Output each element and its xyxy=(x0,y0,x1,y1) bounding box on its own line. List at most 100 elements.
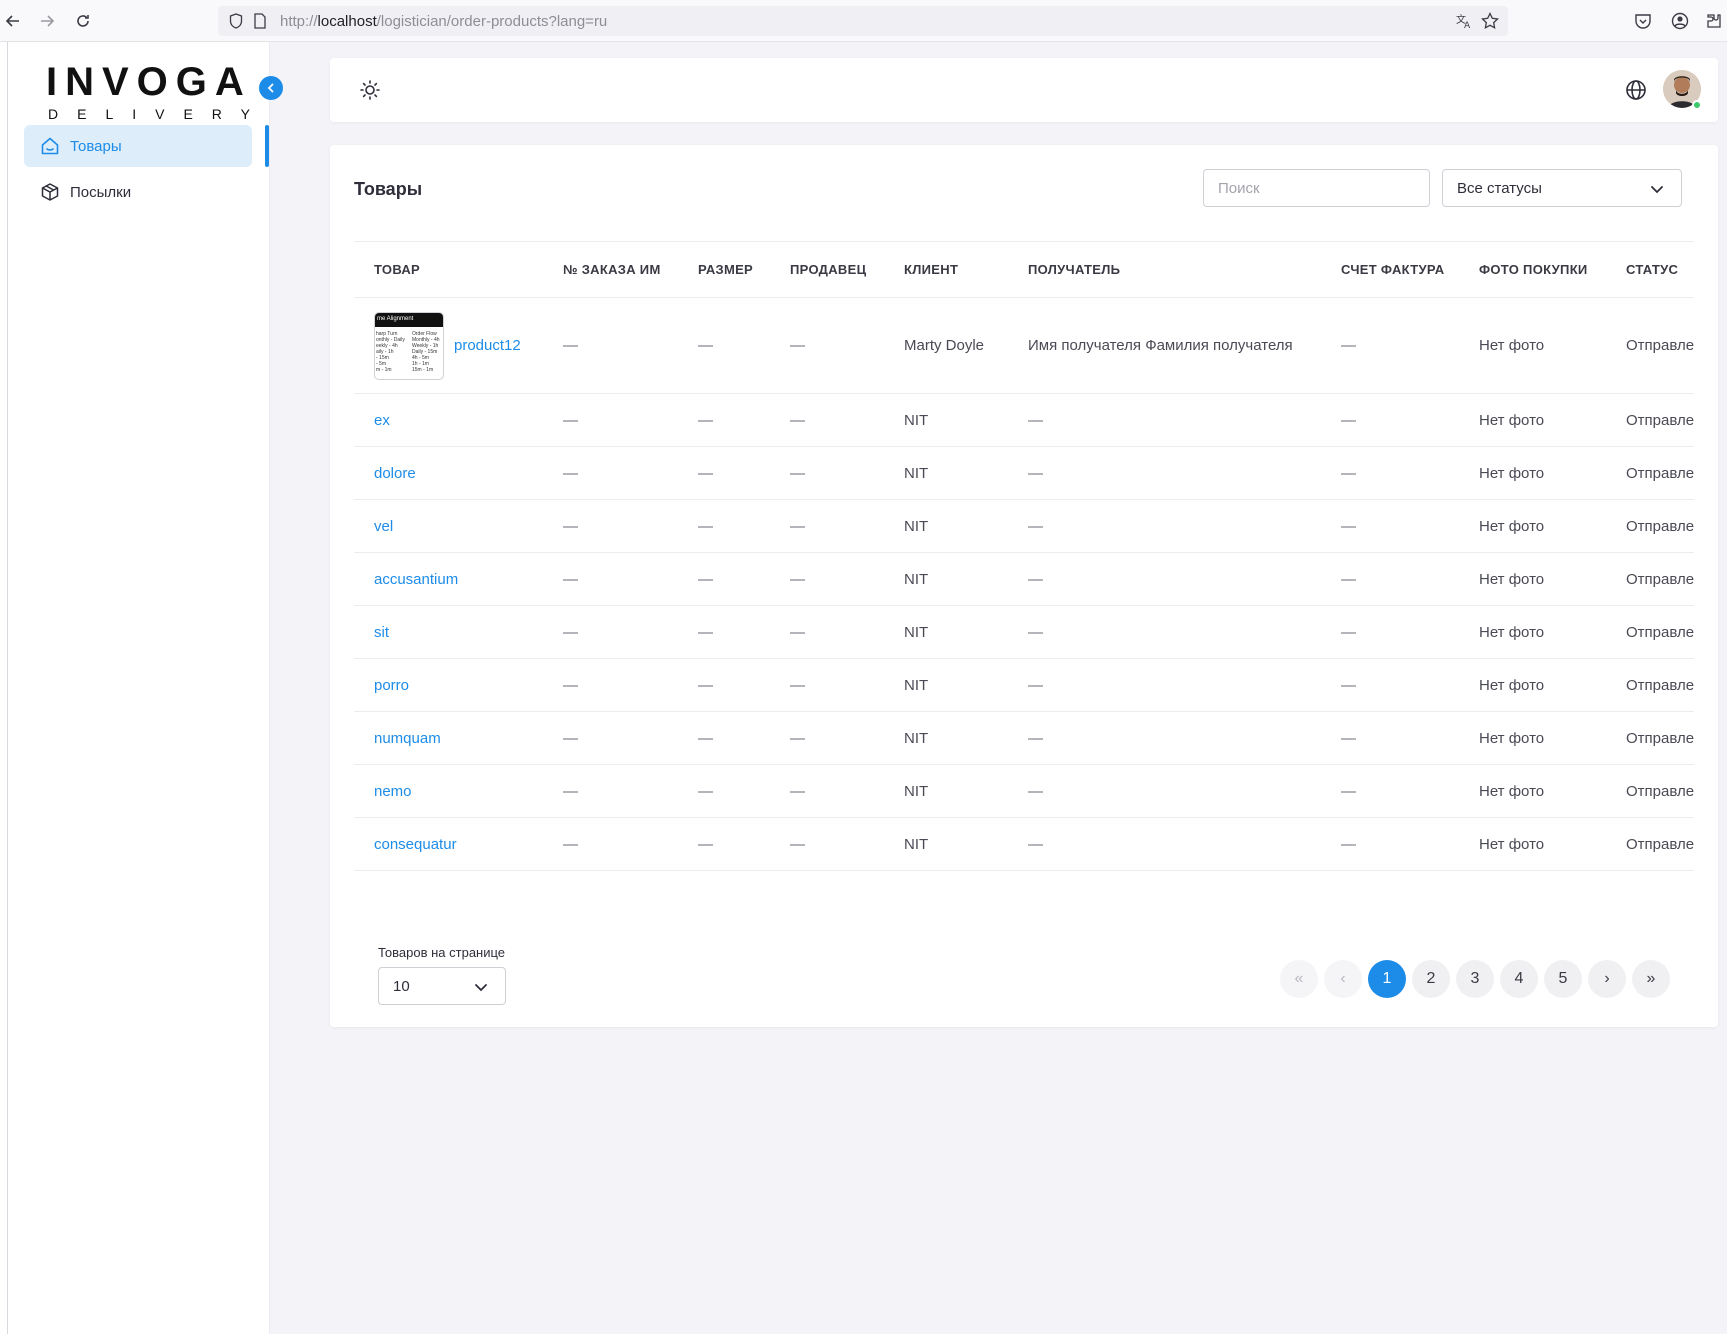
pocket-icon[interactable] xyxy=(1633,11,1653,31)
seller-cell: — xyxy=(770,764,884,818)
theme-toggle-sun-icon[interactable] xyxy=(358,78,382,102)
bookmark-star-icon[interactable] xyxy=(1480,11,1500,31)
table-row[interactable]: me Alignment harp Turn Order Flow onthly - … xyxy=(354,297,1694,394)
client-cell: NIT xyxy=(884,552,1008,606)
chevron-down-icon xyxy=(475,984,487,992)
url-text: http://localhost/logistician/order-produ… xyxy=(280,12,608,30)
status-cell: Отправлено xyxy=(1606,393,1694,447)
recipient-cell: — xyxy=(1008,499,1321,553)
products-card: Товары Все статусы ТОВАР № ЗАКАЗА ИМ РАЗ… xyxy=(330,145,1718,1027)
table-row[interactable]: numquam———NIT——Нет фотоОтправлено xyxy=(354,711,1694,765)
size-cell: — xyxy=(678,552,770,606)
pagination: « ‹ 1 2 3 4 5 › » xyxy=(1280,960,1670,998)
product-link[interactable]: sit xyxy=(374,624,389,641)
per-page-label: Товаров на странице xyxy=(378,945,506,960)
translate-icon[interactable]: 文A xyxy=(1454,11,1474,31)
search-input[interactable] xyxy=(1203,169,1430,207)
page-button-4[interactable]: 4 xyxy=(1500,960,1538,998)
page-title: Товары xyxy=(354,179,423,199)
table-row[interactable]: vel———NIT——Нет фотоОтправлено xyxy=(354,499,1694,553)
reload-icon[interactable] xyxy=(72,10,94,32)
column-header: № ЗАКАЗА ИМ xyxy=(543,241,678,298)
client-cell: NIT xyxy=(884,605,1008,659)
online-status-dot xyxy=(1692,100,1702,110)
client-cell: NIT xyxy=(884,499,1008,553)
column-header: ФОТО ПОКУПКИ xyxy=(1459,241,1606,298)
products-table: ТОВАР № ЗАКАЗА ИМ РАЗМЕР ПРОДАВЕЦ КЛИЕНТ… xyxy=(354,241,1694,871)
table-row[interactable]: dolore———NIT——Нет фотоОтправлено xyxy=(354,446,1694,500)
status-filter-select[interactable]: Все статусы xyxy=(1442,169,1682,207)
product-link[interactable]: nemo xyxy=(374,783,412,800)
per-page-select[interactable]: 10 xyxy=(378,967,506,1005)
photo-cell: Нет фото xyxy=(1459,658,1606,712)
sidebar-item-products[interactable]: Товары xyxy=(24,125,252,167)
invoice-cell: — xyxy=(1321,499,1459,553)
client-cell: NIT xyxy=(884,446,1008,500)
seller-cell: — xyxy=(770,658,884,712)
invoice-cell: — xyxy=(1321,817,1459,871)
product-link[interactable]: porro xyxy=(374,677,409,694)
page-icon xyxy=(250,11,270,31)
chevron-down-icon xyxy=(1651,186,1663,194)
top-bar xyxy=(330,58,1718,122)
address-bar[interactable]: http://localhost/logistician/order-produ… xyxy=(218,6,1508,36)
size-cell: — xyxy=(678,499,770,553)
page-button-1[interactable]: 1 xyxy=(1368,960,1406,998)
back-arrow-icon[interactable] xyxy=(2,10,24,32)
order-cell: — xyxy=(543,605,678,659)
extensions-icon[interactable] xyxy=(1704,11,1724,31)
table-row[interactable]: sit———NIT——Нет фотоОтправлено xyxy=(354,605,1694,659)
sidebar-collapse-button[interactable] xyxy=(259,76,283,100)
first-page-button[interactable]: « xyxy=(1280,960,1318,998)
browser-toolbar: http://localhost/logistician/order-produ… xyxy=(0,0,1727,42)
photo-cell: Нет фото xyxy=(1459,499,1606,553)
forward-arrow-icon[interactable] xyxy=(36,10,58,32)
client-cell: NIT xyxy=(884,711,1008,765)
page-button-3[interactable]: 3 xyxy=(1456,960,1494,998)
product-link[interactable]: ex xyxy=(374,412,390,429)
next-page-button[interactable]: › xyxy=(1588,960,1626,998)
table-row[interactable]: porro———NIT——Нет фотоОтправлено xyxy=(354,658,1694,712)
recipient-cell: — xyxy=(1008,605,1321,659)
product-link[interactable]: product12 xyxy=(454,337,521,354)
order-cell: — xyxy=(543,658,678,712)
table-row[interactable]: consequatur———NIT——Нет фотоОтправлено xyxy=(354,817,1694,871)
column-header: ПОЛУЧАТЕЛЬ xyxy=(1008,241,1321,298)
account-icon[interactable] xyxy=(1670,11,1690,31)
product-link[interactable]: accusantium xyxy=(374,571,458,588)
size-cell: — xyxy=(678,711,770,765)
page-button-2[interactable]: 2 xyxy=(1412,960,1450,998)
product-cell: ex xyxy=(354,393,543,447)
sidebar-item-parcels[interactable]: Посылки xyxy=(24,171,252,213)
order-cell: — xyxy=(543,817,678,871)
seller-cell: — xyxy=(770,297,884,394)
status-cell: Отправлено xyxy=(1606,499,1694,553)
table-row[interactable]: nemo———NIT——Нет фотоОтправлено xyxy=(354,764,1694,818)
logo-subtitle: DELIVERY xyxy=(48,106,269,122)
thumbnail-text: m - 1m xyxy=(376,366,392,373)
status-cell: Отправлено xyxy=(1606,711,1694,765)
product-cell: dolore xyxy=(354,446,543,500)
size-cell: — xyxy=(678,446,770,500)
product-cell: nemo xyxy=(354,764,543,818)
product-link[interactable]: dolore xyxy=(374,465,416,482)
order-cell: — xyxy=(543,499,678,553)
last-page-button[interactable]: » xyxy=(1632,960,1670,998)
status-filter-value: Все статусы xyxy=(1457,179,1542,197)
product-link[interactable]: consequatur xyxy=(374,836,457,853)
order-cell: — xyxy=(543,297,678,394)
product-link[interactable]: numquam xyxy=(374,730,441,747)
products-table-wrapper[interactable]: ТОВАР № ЗАКАЗА ИМ РАЗМЕР ПРОДАВЕЦ КЛИЕНТ… xyxy=(354,241,1694,871)
invoice-cell: — xyxy=(1321,764,1459,818)
language-globe-icon[interactable] xyxy=(1624,78,1648,102)
invoice-cell: — xyxy=(1321,393,1459,447)
product-cell: sit xyxy=(354,605,543,659)
product-link[interactable]: vel xyxy=(374,518,393,535)
logo[interactable]: INVOGA DELIVERY xyxy=(46,60,269,122)
photo-cell: Нет фото xyxy=(1459,605,1606,659)
table-row[interactable]: ex———NIT——Нет фотоОтправлено xyxy=(354,393,1694,447)
page-button-5[interactable]: 5 xyxy=(1544,960,1582,998)
product-thumbnail[interactable]: me Alignment harp Turn Order Flow onthly - … xyxy=(374,311,444,380)
table-row[interactable]: accusantium———NIT——Нет фотоОтправлено xyxy=(354,552,1694,606)
prev-page-button[interactable]: ‹ xyxy=(1324,960,1362,998)
